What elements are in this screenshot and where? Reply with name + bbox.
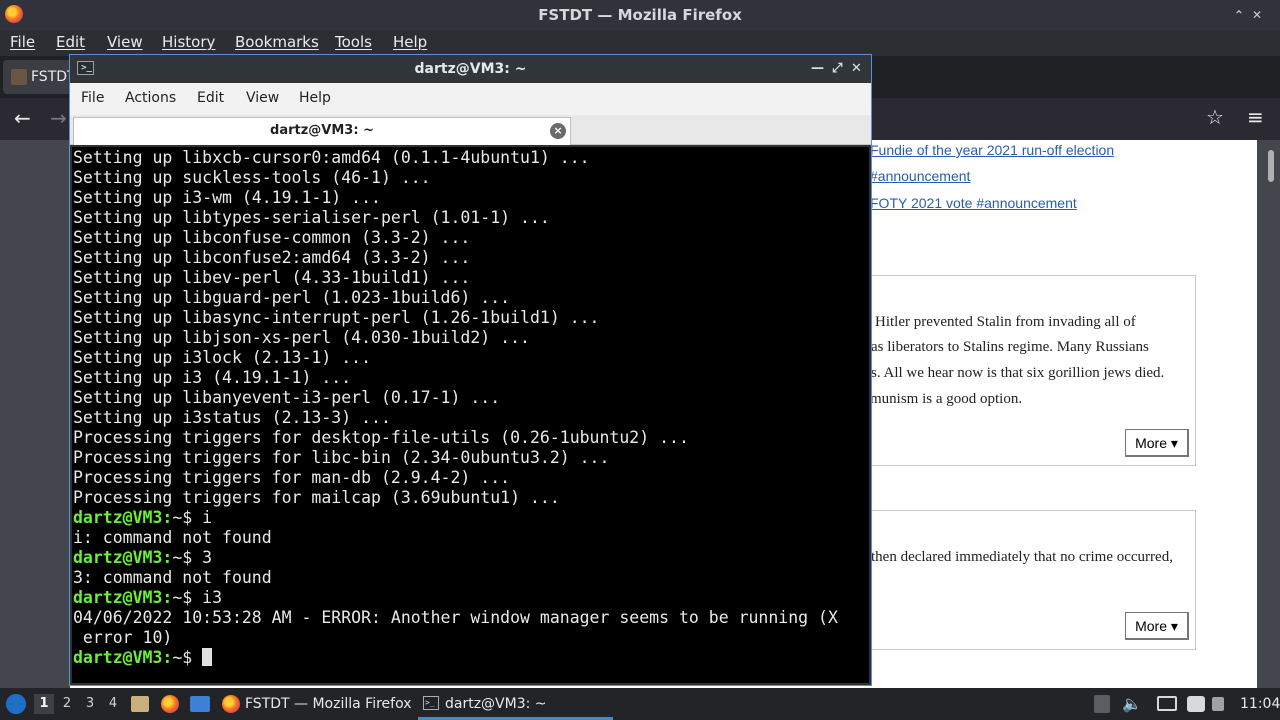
task-firefox-label: FSTDT — Mozilla Firefox xyxy=(245,696,412,712)
quote-line: Hitler prevented Stalin from invading al… xyxy=(875,314,1136,330)
firefox-menu-history[interactable]: History xyxy=(162,33,215,51)
terminal-window-title: dartz@VM3: ~ xyxy=(414,61,527,77)
maximize-icon[interactable]: ⤢ xyxy=(832,55,842,83)
terminal-line: Setting up libguard-perl (1.023-1build6)… xyxy=(73,288,511,307)
quote-line: munism is a good option. xyxy=(870,391,1023,407)
terminal-line: dartz@VM3:~$ i xyxy=(73,508,213,527)
start-menu-icon[interactable] xyxy=(6,694,26,714)
terminal-line: Setting up libasync-interrupt-perl (1.26… xyxy=(73,308,600,327)
quote-card-1: Hitler prevented Stalin from invading al… xyxy=(840,275,1196,466)
terminal-line: Setting up libev-perl (4.33-1build1) ... xyxy=(73,268,471,287)
terminal-line: Setting up libjson-xs-perl (4.030-1build… xyxy=(73,328,530,347)
terminal-window: >_ dartz@VM3: ~ — ⤢ ✕ File Actions Edit … xyxy=(69,54,872,686)
link-foty-vote[interactable]: FOTY 2021 vote #announcement xyxy=(870,195,1077,211)
back-arrow-icon[interactable]: ← xyxy=(14,106,31,130)
terminal-menu-help[interactable]: Help xyxy=(299,90,331,106)
forward-arrow-icon[interactable]: → xyxy=(50,106,67,130)
firefox-titlebar: FSTDT — Mozilla Firefox ⌃✕ xyxy=(0,0,1280,30)
quote-line: then declared immediately that no crime … xyxy=(871,549,1173,565)
link-foty-runoff[interactable]: Fundie of the year 2021 run-off election xyxy=(870,142,1114,158)
firefox-menu-edit[interactable]: Edit xyxy=(56,33,85,51)
terminal-line: Setting up i3lock (2.13-1) ... xyxy=(73,348,372,367)
terminal-line: i: command not found xyxy=(73,528,272,547)
site-favicon-icon xyxy=(11,69,27,85)
terminal-menubar: File Actions Edit View Help xyxy=(70,83,871,115)
link-announcement[interactable]: #announcement xyxy=(870,168,970,184)
terminal-line: Setting up i3 (4.19.1-1) ... xyxy=(73,368,352,387)
taskbar: 1 2 3 4 FSTDT — Mozilla Firefox >_ dartz… xyxy=(0,688,1280,720)
hamburger-menu-icon[interactable]: ≡ xyxy=(1247,105,1264,129)
task-firefox[interactable]: FSTDT — Mozilla Firefox xyxy=(220,688,412,720)
terminal-line: Setting up libconfuse2:amd64 (3.3-2) ... xyxy=(73,248,471,267)
firefox-launcher-icon[interactable] xyxy=(161,695,179,713)
firefox-menu-help[interactable]: Help xyxy=(393,33,427,51)
terminal-line: error 10) xyxy=(73,628,173,647)
terminal-menu-actions[interactable]: Actions xyxy=(125,90,176,106)
page-scrollbar[interactable] xyxy=(1268,150,1274,182)
terminal-line: 3: command not found xyxy=(73,568,272,587)
terminal-line: Setting up i3status (2.13-3) ... xyxy=(73,408,391,427)
terminal-line: Processing triggers for libc-bin (2.34-0… xyxy=(73,448,610,467)
network-icon[interactable] xyxy=(1212,697,1224,711)
firefox-menu-view[interactable]: View xyxy=(107,33,143,51)
minimize-icon[interactable]: — xyxy=(811,55,824,83)
text-cursor xyxy=(202,648,213,666)
terminal-tab-label: dartz@VM3: ~ xyxy=(270,123,374,138)
firefox-menu-bookmarks[interactable]: Bookmarks xyxy=(235,33,319,51)
workspace-2[interactable]: 2 xyxy=(57,694,77,714)
terminal-titlebar[interactable]: >_ dartz@VM3: ~ — ⤢ ✕ xyxy=(70,55,871,83)
display-icon[interactable] xyxy=(1157,696,1177,711)
firefox-task-icon xyxy=(222,695,240,713)
terminal-menu-file[interactable]: File xyxy=(81,90,104,106)
file-manager-icon[interactable] xyxy=(131,696,149,712)
desktop: FSTDT — Mozilla Firefox ⌃✕ File Edit Vie… xyxy=(0,0,1280,720)
terminal-line: Setting up suckless-tools (46-1) ... xyxy=(73,168,431,187)
workspace-4[interactable]: 4 xyxy=(103,694,123,714)
terminal-line: Setting up libtypes-serialiser-perl (1.0… xyxy=(73,208,550,227)
terminal-line: Processing triggers for desktop-file-uti… xyxy=(73,428,689,447)
volume-icon[interactable]: 🔈 xyxy=(1122,688,1142,720)
terminal-line: Processing triggers for man-db (2.9.4-2)… xyxy=(73,468,511,487)
firefox-menu-tools[interactable]: Tools xyxy=(335,33,372,51)
terminal-line: Setting up i3-wm (4.19.1-1) ... xyxy=(73,188,381,207)
terminal-tab[interactable]: dartz@VM3: ~ × xyxy=(73,117,571,145)
more-button[interactable]: More ▾ xyxy=(1125,429,1189,457)
terminal-line: 04/06/2022 10:53:28 AM - ERROR: Another … xyxy=(73,608,838,627)
firefox-menu-file[interactable]: File xyxy=(10,33,35,51)
terminal-tabbar: dartz@VM3: ~ × xyxy=(70,115,871,145)
close-icon[interactable]: ✕ xyxy=(851,55,862,83)
clipboard-icon[interactable] xyxy=(1094,695,1110,713)
task-terminal-label: dartz@VM3: ~ xyxy=(445,696,547,712)
tab-close-icon[interactable]: × xyxy=(550,123,566,139)
terminal-menu-edit[interactable]: Edit xyxy=(197,90,224,106)
quote-line: as liberators to Stalins regime. Many Ru… xyxy=(871,339,1149,355)
terminal-line: Setting up libconfuse-common (3.3-2) ... xyxy=(73,228,471,247)
update-notifier-icon[interactable] xyxy=(1187,696,1205,712)
firefox-window-title: FSTDT — Mozilla Firefox xyxy=(538,6,742,24)
bookmark-star-icon[interactable]: ☆ xyxy=(1206,105,1224,129)
workspace-3[interactable]: 3 xyxy=(80,694,100,714)
quote-line: s. All we hear now is that six gorillion… xyxy=(871,365,1165,381)
terminal-app-icon: >_ xyxy=(77,61,94,75)
desktop-icon[interactable] xyxy=(190,696,210,712)
terminal-output[interactable]: Setting up libxcb-cursor0:amd64 (0.1.1-4… xyxy=(72,147,869,683)
terminal-line: Processing triggers for mailcap (3.69ubu… xyxy=(73,488,560,507)
terminal-task-icon: >_ xyxy=(423,696,439,710)
workspace-1[interactable]: 1 xyxy=(34,694,54,714)
clock[interactable]: 11:04 xyxy=(1240,688,1280,720)
terminal-menu-view[interactable]: View xyxy=(246,90,279,106)
quote-card-2: then declared immediately that no crime … xyxy=(840,510,1196,650)
firefox-logo-icon xyxy=(5,5,23,23)
more-button[interactable]: More ▾ xyxy=(1125,612,1189,640)
firefox-menubar: File Edit View History Bookmarks Tools H… xyxy=(0,30,1280,56)
terminal-prompt-line[interactable]: dartz@VM3:~$ xyxy=(73,648,869,668)
terminal-line: dartz@VM3:~$ 3 xyxy=(73,548,213,567)
terminal-line: dartz@VM3:~$ i3 xyxy=(73,588,223,607)
task-terminal[interactable]: >_ dartz@VM3: ~ xyxy=(420,688,615,720)
terminal-line: Setting up libxcb-cursor0:amd64 (0.1.1-4… xyxy=(73,148,590,167)
firefox-window-controls[interactable]: ⌃✕ xyxy=(1234,0,1270,30)
terminal-line: Setting up libanyevent-i3-perl (0.17-1) … xyxy=(73,388,501,407)
